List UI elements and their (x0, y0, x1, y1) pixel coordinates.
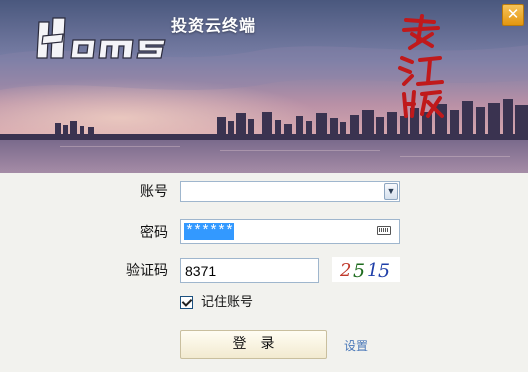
login-button[interactable]: 登录 (180, 330, 327, 359)
header-banner: 投资云终端 ✕ (0, 0, 528, 173)
account-label: 账号 (140, 184, 168, 200)
remember-label[interactable]: 记住账号 (201, 294, 253, 311)
captcha-label: 验证码 (126, 263, 168, 279)
homs-logo (36, 17, 166, 59)
settings-link[interactable]: 设置 (344, 338, 368, 354)
password-value: ****** (184, 223, 234, 240)
captcha-image[interactable]: 2 5 1 5 (332, 257, 400, 282)
svg-text:1: 1 (367, 260, 378, 281)
password-field[interactable]: ****** (180, 219, 400, 244)
login-window: 投资云终端 ✕ 账号 ▼ 密码 ****** 验证码 8371 2 5 1 5 … (0, 0, 528, 372)
password-label: 密码 (140, 225, 168, 241)
remember-checkbox[interactable] (180, 296, 193, 309)
close-button[interactable]: ✕ (502, 4, 524, 26)
captcha-value: 8371 (185, 263, 217, 279)
captcha-input[interactable]: 8371 (180, 258, 319, 283)
svg-text:5: 5 (378, 260, 390, 282)
keyboard-icon[interactable] (377, 226, 391, 235)
chevron-down-icon[interactable]: ▼ (384, 183, 398, 200)
app-subtitle: 投资云终端 (171, 16, 257, 35)
account-select[interactable]: ▼ (180, 181, 400, 202)
svg-text:2: 2 (339, 260, 351, 281)
svg-text:5: 5 (353, 260, 365, 282)
red-seal-stamp (398, 14, 444, 118)
